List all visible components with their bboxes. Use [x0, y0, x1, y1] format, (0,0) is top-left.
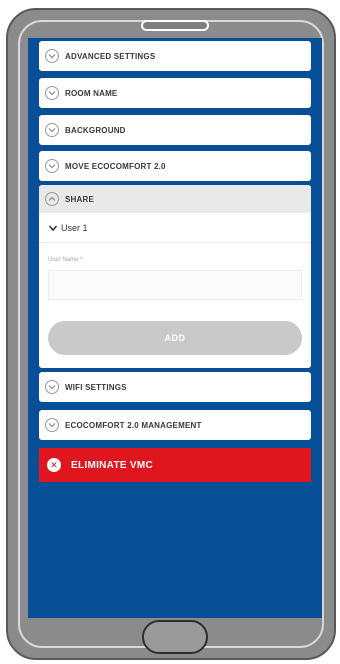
menu-item-move-ecocomfort[interactable]: MOVE ECOCOMFORT 2.0	[39, 151, 311, 181]
share-panel: SHARE User 1 User Name * ADD	[39, 185, 311, 368]
chevron-down-icon	[45, 380, 59, 394]
chevron-down-icon	[45, 159, 59, 173]
chevron-down-icon	[45, 123, 59, 137]
menu-item-background[interactable]: BACKGROUND	[39, 115, 311, 145]
menu-item-advanced-settings[interactable]: ADVANCED SETTINGS	[39, 41, 311, 71]
menu-item-label: WIFI SETTINGS	[65, 382, 127, 392]
menu-item-label: BACKGROUND	[65, 125, 126, 135]
chevron-down-icon	[45, 418, 59, 432]
user-row[interactable]: User 1	[39, 213, 311, 243]
chevron-down-icon	[48, 223, 61, 233]
chevron-down-icon	[45, 86, 59, 100]
app-screen: ADVANCED SETTINGS ROOM NAME BACKGROUND M…	[28, 38, 322, 618]
eliminate-vmc-button[interactable]: ✕ ELIMINATE VMC	[39, 448, 311, 482]
eliminate-vmc-label: ELIMINATE VMC	[71, 459, 154, 471]
chevron-up-icon	[45, 192, 59, 206]
user-label: User 1	[61, 222, 88, 233]
home-button[interactable]	[142, 620, 208, 654]
add-button[interactable]: ADD	[48, 321, 302, 355]
menu-item-wifi-settings[interactable]: WIFI SETTINGS	[39, 372, 311, 402]
menu-item-label: ADVANCED SETTINGS	[65, 51, 156, 61]
menu-item-room-name[interactable]: ROOM NAME	[39, 78, 311, 108]
share-header[interactable]: SHARE	[39, 185, 311, 213]
menu-item-label: ROOM NAME	[65, 88, 118, 98]
menu-item-label: ECOCOMFORT 2.0 MANAGEMENT	[65, 420, 202, 430]
chevron-down-icon	[45, 49, 59, 63]
share-label: SHARE	[65, 194, 95, 204]
close-icon: ✕	[47, 458, 61, 472]
menu-item-label: MOVE ECOCOMFORT 2.0	[65, 161, 166, 171]
phone-speaker	[141, 20, 209, 31]
menu-item-ecocomfort-management[interactable]: ECOCOMFORT 2.0 MANAGEMENT	[39, 410, 311, 440]
user-name-label: User Name *	[48, 257, 83, 263]
user-name-input[interactable]	[48, 270, 302, 300]
